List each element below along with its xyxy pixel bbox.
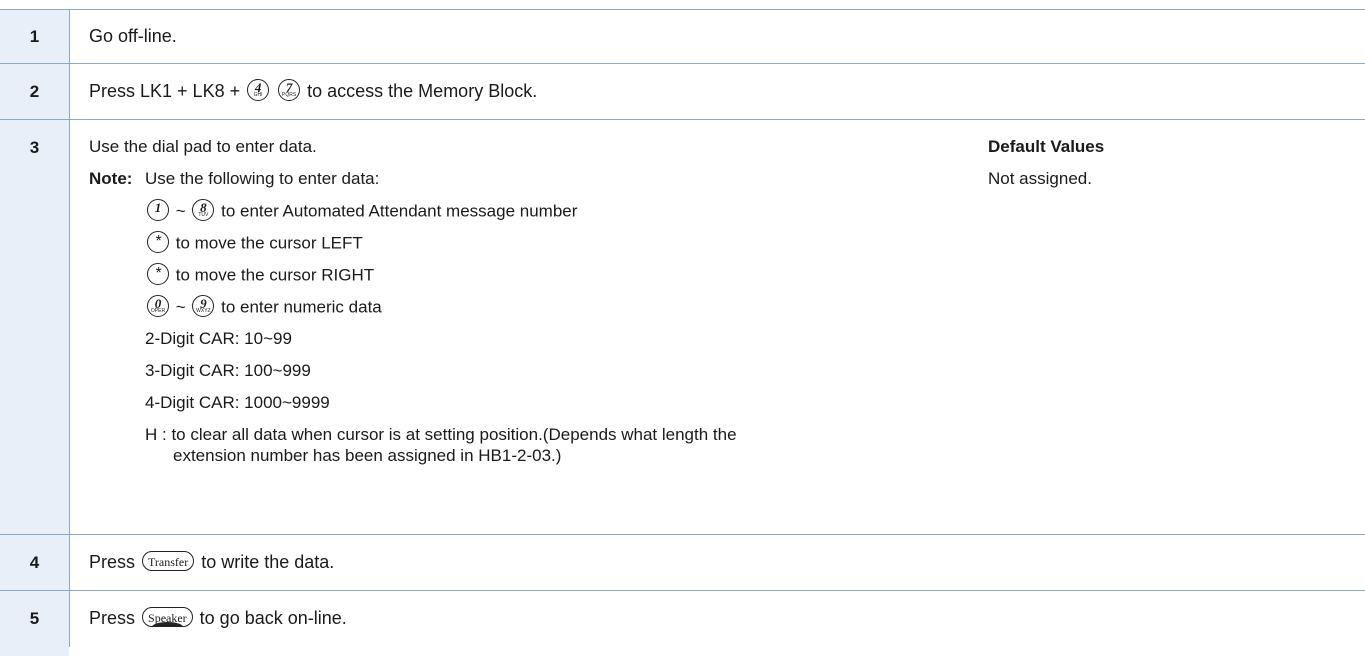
star-key-icon: * xyxy=(147,263,169,285)
step-number: 3 xyxy=(29,138,40,157)
step-intro: Use the dial pad to enter data. xyxy=(89,137,317,156)
car-2-digit: 2-Digit CAR: 10~99 xyxy=(145,329,292,348)
speaker-key-icon: Speaker xyxy=(142,607,193,628)
note-label: Note: xyxy=(89,169,133,188)
step-number: 1 xyxy=(29,27,40,46)
note-line-cursor-right: * to move the cursor RIGHT xyxy=(145,263,374,287)
dial-key-4-icon: 4 GHI xyxy=(247,79,270,102)
car-3-digit: 3-Digit CAR: 100~999 xyxy=(145,361,311,380)
step-text: Press LK1 + LK8 + 4 GHI 7 PQRS to access t… xyxy=(89,79,538,102)
transfer-key-icon: Transfer xyxy=(142,551,195,572)
note-line-cursor-left: * to move the cursor LEFT xyxy=(145,231,363,255)
dial-key-7-icon: 7 PQRS xyxy=(278,79,301,102)
row-divider xyxy=(0,119,1365,120)
dial-key-9-icon: 9 WXYZ xyxy=(192,295,215,317)
note-line-message-number: 1 ~ 8 TUV to enter Automated Attendant me… xyxy=(145,199,577,223)
dial-key-0-icon: 0 OPER xyxy=(147,295,169,317)
note-text: Use the following to enter data: xyxy=(145,169,380,188)
step-text: Go off-line. xyxy=(89,26,177,46)
row-divider xyxy=(0,534,1365,535)
column-divider xyxy=(69,9,70,647)
note-line-numeric-data: 0 OPER ~ 9 WXYZ to enter numeric data xyxy=(145,295,382,319)
star-key-icon: * xyxy=(147,231,169,253)
step-text: Press Speaker to go back on-line. xyxy=(89,607,347,628)
row-divider xyxy=(0,590,1365,591)
step-number: 4 xyxy=(29,553,40,572)
h-clear-line-1: H : to clear all data when cursor is at … xyxy=(145,425,737,444)
default-value: Not assigned. xyxy=(988,169,1092,188)
car-4-digit: 4-Digit CAR: 1000~9999 xyxy=(145,393,330,412)
row-divider xyxy=(0,63,1365,64)
step-text: Press Transfer to write the data. xyxy=(89,551,335,572)
procedure-table: 1 Go off-line. 2 Press LK1 + LK8 + 4 GHI … xyxy=(0,0,1365,656)
step-number: 5 xyxy=(29,609,40,628)
dial-key-1-icon: 1 xyxy=(147,199,169,221)
row-divider xyxy=(0,9,1365,10)
default-values-label: Default Values xyxy=(988,137,1105,156)
h-clear-line-2: extension number has been assigned in HB… xyxy=(173,446,562,465)
dial-key-8-icon: 8 TUV xyxy=(192,199,215,221)
step-number: 2 xyxy=(29,82,40,101)
